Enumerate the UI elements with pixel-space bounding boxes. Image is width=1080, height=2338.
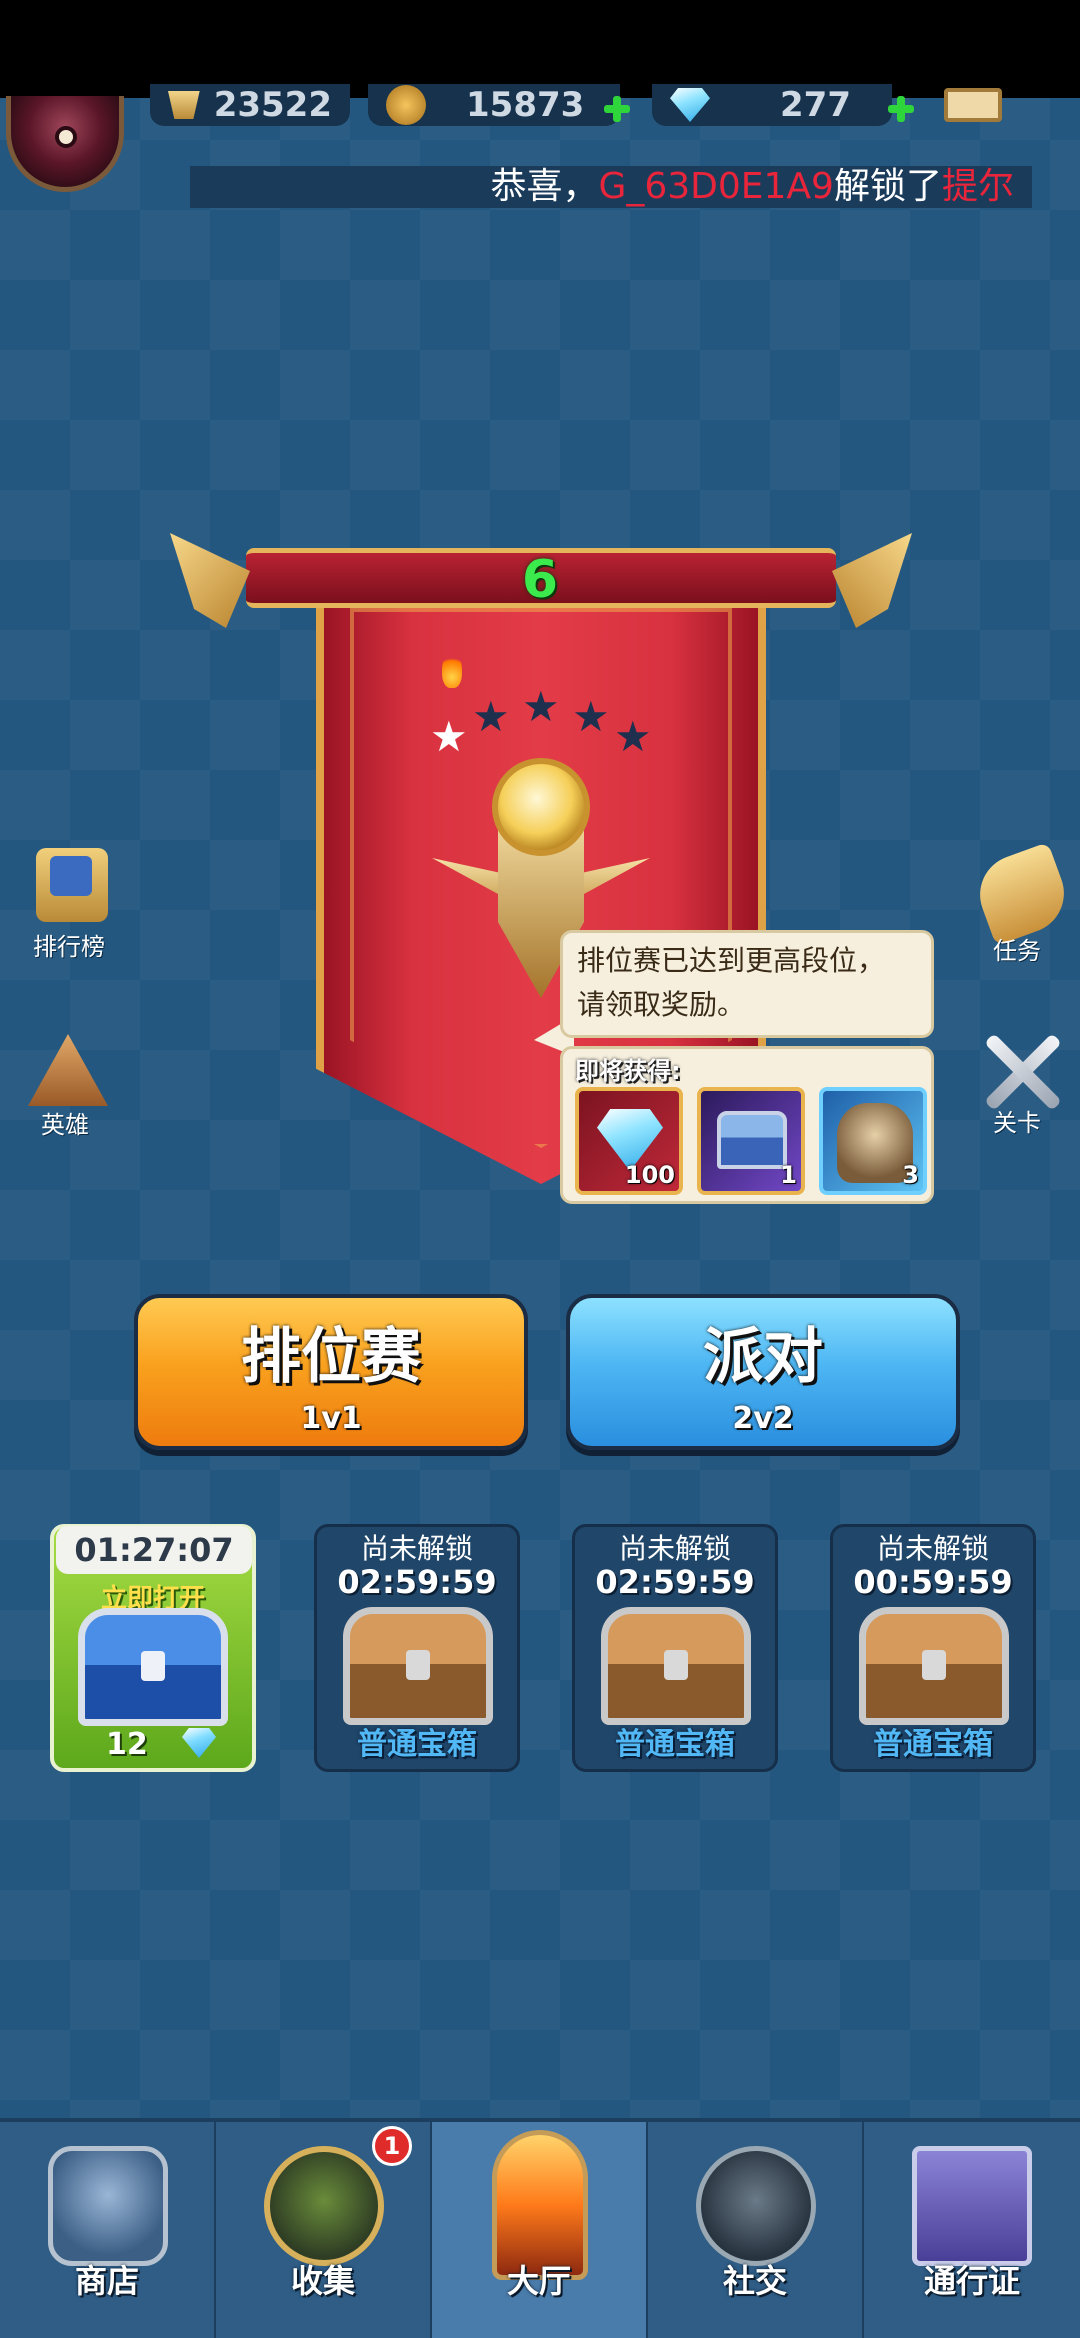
chest-slot-4[interactable]: 尚未解锁 00:59:59 普通宝箱 [830, 1524, 1036, 1772]
hooded-figure-icon [696, 2146, 816, 2266]
chest-type-label: 普通宝箱 [873, 1727, 993, 1762]
star-empty-icon: ★ [572, 692, 610, 741]
diamond-value: 277 [780, 85, 851, 125]
locked-status: 尚未解锁 [618, 1532, 731, 1565]
banner-cap-right-icon [832, 533, 912, 628]
quests-button[interactable]: 任务 [962, 842, 1076, 966]
heroes-label: 英雄 [41, 1111, 89, 1139]
nav-shop[interactable]: 商店 [0, 2122, 216, 2338]
ranked-title: 排位赛 [241, 1322, 421, 1392]
locked-status: 尚未解锁 [876, 1532, 989, 1565]
blue-chest-icon [78, 1608, 228, 1726]
party-subtitle: 2v2 [732, 1401, 794, 1436]
chest-timer: 01:27:07 [56, 1526, 252, 1574]
chest-icon [717, 1111, 787, 1169]
heroes-button[interactable]: 英雄 [10, 1020, 120, 1140]
nav-pass-label: 通行证 [923, 2262, 1020, 2300]
battle-pass-icon [912, 2146, 1032, 2266]
stages-label: 关卡 [993, 1109, 1041, 1137]
wooden-chest-icon [343, 1607, 493, 1725]
leaderboard-button[interactable]: 排行榜 [14, 842, 124, 962]
diamond-icon [670, 88, 710, 122]
resource-bar: 23522 15873 277 [0, 84, 1080, 128]
fire-icon [442, 652, 462, 688]
reward-count: 3 [902, 1161, 919, 1189]
chest-unlock-time: 02:59:59 [595, 1563, 755, 1601]
tooltip-line-1: 排位赛已达到更高段位， [577, 944, 886, 977]
chest-unlock-time: 00:59:59 [853, 1563, 1013, 1601]
nav-social-label: 社交 [722, 2262, 787, 2300]
chest-type-label: 普通宝箱 [615, 1727, 735, 1762]
nav-collect-label: 收集 [290, 2262, 355, 2300]
stages-button[interactable]: 关卡 [962, 1018, 1072, 1138]
crossed-swords-icon [976, 1024, 1066, 1114]
reward-count: 1 [780, 1161, 797, 1189]
tooltip-line-2: 请领取奖励。 [577, 988, 746, 1021]
ranked-mode-button[interactable]: 排位赛 1v1 [134, 1294, 528, 1450]
shield-shop-icon [48, 2146, 168, 2266]
trophy-icon [168, 91, 200, 119]
ticker-item: 提尔 [941, 166, 1014, 207]
nav-social[interactable]: 社交 [648, 2122, 864, 2338]
leaderboard-icon [36, 848, 108, 922]
ticker-player: G_63D0E1A9 [598, 166, 834, 207]
star-empty-icon: ★ [472, 692, 510, 741]
wooden-chest-icon [859, 1607, 1009, 1725]
nav-hall-label: 大厅 [506, 2262, 571, 2300]
rank-stars: ★ ★ ★ ★ ★ [430, 652, 652, 758]
party-mode-button[interactable]: 派对 2v2 [566, 1294, 960, 1450]
reward-chest: 1 [697, 1087, 805, 1195]
wooden-chest-icon [601, 1607, 751, 1725]
locked-status: 尚未解锁 [360, 1532, 473, 1565]
ticker-middle: 解锁了 [833, 166, 942, 207]
leaderboard-label: 排行榜 [33, 933, 105, 961]
diamond-icon [182, 1728, 216, 1758]
nav-pass[interactable]: 通行证 [864, 2122, 1080, 2338]
quests-label: 任务 [993, 937, 1041, 965]
chest-type-label: 普通宝箱 [357, 1727, 477, 1762]
star-empty-icon: ★ [522, 682, 560, 731]
party-title: 派对 [703, 1322, 823, 1392]
nav-hall[interactable]: 大厅 [432, 2122, 648, 2338]
chest-slot-3[interactable]: 尚未解锁 02:59:59 普通宝箱 [572, 1524, 778, 1772]
bottom-navigation: 商店 收集 大厅 社交 通行证 [0, 2118, 1080, 2338]
ticker-prefix: 恭喜， [490, 166, 599, 207]
unlock-ticker: 恭喜，G_63D0E1A9解锁了提尔 [190, 166, 1032, 208]
mail-icon[interactable] [944, 88, 1002, 122]
reward-count: 100 [624, 1161, 675, 1189]
rank-up-tooltip: 排位赛已达到更高段位， 请领取奖励。 [560, 930, 934, 1038]
rewards-label: 即将获得: [575, 1057, 681, 1085]
open-cost: 12 [106, 1727, 148, 1762]
rank-number: 6 [521, 550, 559, 610]
gold-counter: 15873 [368, 84, 620, 126]
avatar-eye [55, 126, 77, 148]
emblem-gem [492, 758, 590, 856]
gold-coin-icon [386, 85, 426, 125]
ranked-subtitle: 1v1 [300, 1401, 362, 1436]
collect-notification-badge: 1 [372, 2126, 412, 2166]
chest-unlock-time: 02:59:59 [337, 1563, 497, 1601]
chest-slot-2[interactable]: 尚未解锁 02:59:59 普通宝箱 [314, 1524, 520, 1772]
trophy-counter: 23522 [150, 84, 350, 126]
nav-shop-label: 商店 [74, 2262, 139, 2300]
chest-slot-1[interactable]: 01:27:07 立即打开 12 [50, 1524, 256, 1772]
add-diamond-plus-icon[interactable] [886, 94, 916, 124]
tent-icon [28, 1034, 108, 1106]
reward-preview: 即将获得: 100 1 3 [560, 1046, 934, 1204]
player-avatar[interactable] [6, 96, 124, 192]
trophy-value: 23522 [213, 85, 332, 125]
diamond-counter: 277 [652, 84, 892, 126]
reward-diamonds: 100 [575, 1087, 683, 1195]
reward-hero-card: 3 [819, 1087, 927, 1195]
add-gold-plus-icon[interactable] [602, 94, 632, 124]
gold-value: 15873 [466, 85, 585, 125]
collection-icon [264, 2146, 384, 2266]
banner-cap-left-icon [170, 533, 250, 628]
